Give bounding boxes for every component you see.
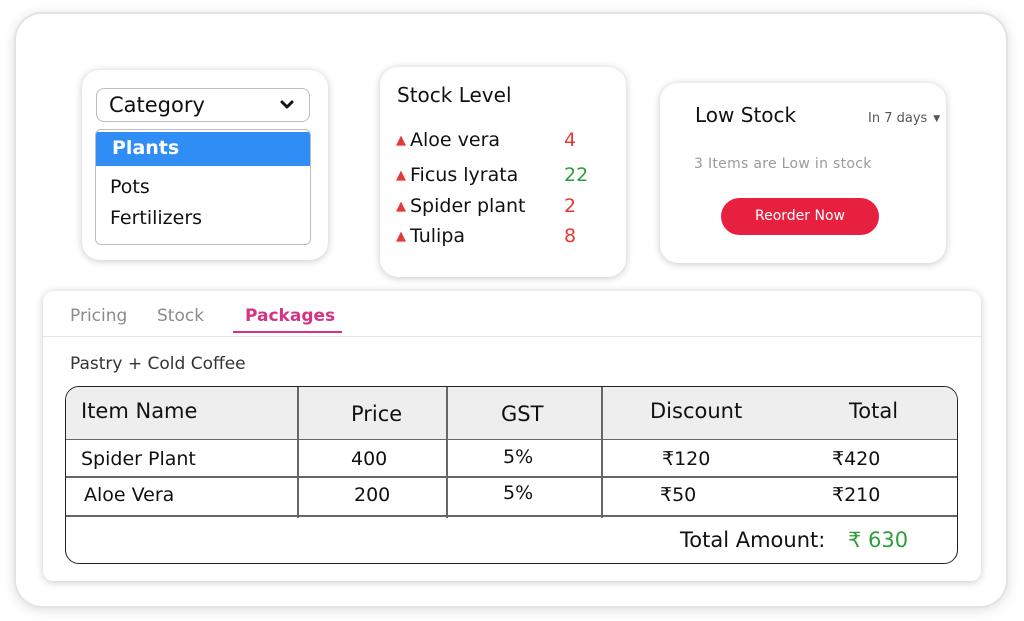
cell-item-name: Spider Plant <box>81 448 196 470</box>
total-amount-value: ₹ 630 <box>848 528 909 552</box>
column-divider <box>601 387 603 518</box>
caret-down-icon: ▼ <box>933 114 941 124</box>
low-stock-title: Low Stock <box>695 103 797 127</box>
column-divider <box>446 387 448 518</box>
column-divider <box>297 387 299 518</box>
stock-item-value: 8 <box>564 225 577 247</box>
package-title: Pastry + Cold Coffee <box>70 354 246 374</box>
column-header-total: Total <box>849 399 899 423</box>
stock-item-name: Spider plant <box>410 195 526 217</box>
row-divider <box>66 515 957 517</box>
column-header-gst: GST <box>501 402 544 426</box>
tab-divider <box>43 336 981 337</box>
cell-gst: 5% <box>503 482 534 504</box>
tab-packages[interactable]: Packages <box>245 306 335 326</box>
cell-gst: 5% <box>503 446 534 468</box>
cell-price: 400 <box>351 448 388 470</box>
stock-item-value: 22 <box>564 164 589 186</box>
cell-total: ₹210 <box>832 484 881 506</box>
category-option-fertilizers[interactable]: Fertilizers <box>110 207 202 229</box>
stock-row: ▲ Aloe vera 4 <box>396 129 606 155</box>
cell-item-name: Aloe Vera <box>84 484 175 506</box>
column-header-price: Price <box>351 402 403 426</box>
stock-item-name: Tulipa <box>410 225 466 247</box>
active-tab-indicator <box>233 331 342 333</box>
period-selector[interactable]: In 7 days ▼ <box>868 111 940 126</box>
warning-icon: ▲ <box>396 133 406 148</box>
category-options-list: Plants Pots Fertilizers <box>95 129 311 245</box>
category-option-plants[interactable]: Plants <box>96 132 310 166</box>
stock-row: ▲ Spider plant 2 <box>396 195 606 221</box>
warning-icon: ▲ <box>396 199 406 214</box>
low-stock-card: Low Stock In 7 days ▼ 3 Items are Low in … <box>660 83 946 263</box>
category-option-pots[interactable]: Pots <box>110 176 150 198</box>
cell-discount: ₹50 <box>660 484 697 506</box>
cell-total: ₹420 <box>832 448 881 470</box>
stock-item-name: Ficus lyrata <box>410 164 519 186</box>
stock-row: ▲ Tulipa 8 <box>396 225 606 251</box>
stock-level-title: Stock Level <box>397 83 512 107</box>
cell-discount: ₹120 <box>662 448 711 470</box>
stock-item-name: Aloe vera <box>410 129 501 151</box>
stock-level-card: Stock Level ▲ Aloe vera 4 ▲ Ficus lyrata 2… <box>380 67 626 277</box>
warning-icon: ▲ <box>396 168 406 183</box>
category-card: Category Plants Pots Fertilizers <box>82 70 328 260</box>
low-stock-message: 3 Items are Low in stock <box>694 156 872 172</box>
tab-pricing[interactable]: Pricing <box>70 306 127 326</box>
category-select-label: Category <box>109 93 205 117</box>
package-table: Item Name Price GST Discount Total Spide… <box>65 386 958 564</box>
chevron-down-icon <box>280 100 294 109</box>
packages-panel: Pricing Stock Packages Pastry + Cold Cof… <box>43 291 981 581</box>
column-header-discount: Discount <box>650 399 743 423</box>
period-label: In 7 days <box>868 111 928 126</box>
total-amount-label: Total Amount: <box>680 528 826 552</box>
category-select[interactable]: Category <box>96 88 310 122</box>
row-divider <box>66 476 957 478</box>
reorder-now-button[interactable]: Reorder Now <box>721 198 879 235</box>
stock-item-value: 2 <box>564 195 577 217</box>
stock-item-value: 4 <box>564 129 577 151</box>
stock-row: ▲ Ficus lyrata 22 <box>396 164 606 190</box>
column-header-item-name: Item Name <box>81 399 198 423</box>
cell-price: 200 <box>354 484 391 506</box>
warning-icon: ▲ <box>396 229 406 244</box>
tab-stock[interactable]: Stock <box>157 306 204 326</box>
